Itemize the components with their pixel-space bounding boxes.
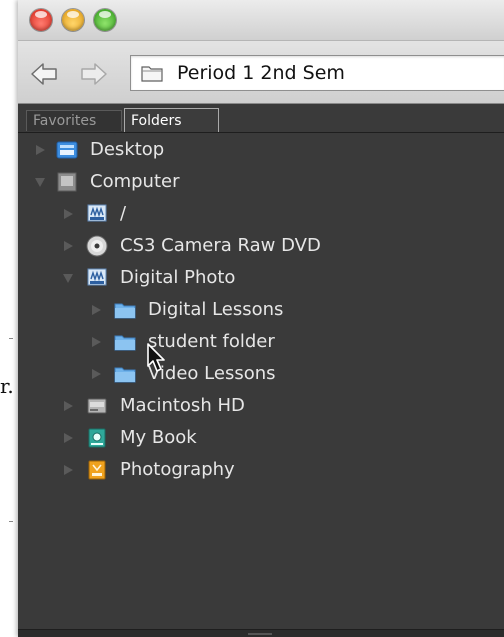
photography-drive-icon: [88, 460, 106, 480]
tree-item-video-lessons[interactable]: Video Lessons: [18, 358, 504, 390]
disclosure-expanded-icon[interactable]: [62, 272, 74, 284]
folder-icon: [141, 66, 163, 82]
tab-favorites[interactable]: Favorites: [26, 110, 122, 131]
tree-item-label: Macintosh HD: [120, 395, 245, 416]
tree-item-my-book[interactable]: My Book: [18, 422, 504, 454]
tree-item-label: Photography: [120, 459, 235, 480]
background-text-fragment-left: r.: [0, 374, 14, 398]
tree-item-student-folder[interactable]: student folder: [18, 326, 504, 358]
folder-icon: [114, 367, 136, 383]
background-mark: [9, 338, 13, 339]
network-volume-icon: [87, 268, 107, 286]
panel-tab-bar: Favorites Folders: [18, 104, 504, 133]
path-field-value: Period 1 2nd Sem: [177, 62, 345, 84]
tree-item-macintosh-hd[interactable]: Macintosh HD: [18, 390, 504, 422]
disclosure-collapsed-icon[interactable]: [90, 336, 102, 348]
bridge-folders-window: Period 1 2nd Sem Favorites Folders Deskt…: [18, 0, 504, 637]
path-field[interactable]: Period 1 2nd Sem: [130, 55, 504, 91]
zoom-button[interactable]: [94, 9, 116, 31]
forward-button[interactable]: [80, 62, 108, 86]
desktop-icon: [56, 141, 78, 159]
title-bar[interactable]: [18, 0, 504, 41]
panel-resize-bar[interactable]: [18, 629, 504, 637]
tree-item-photography[interactable]: Photography: [18, 454, 504, 486]
external-drive-icon: [88, 428, 106, 448]
tree-item-digital-photo[interactable]: Digital Photo: [18, 262, 504, 294]
close-button[interactable]: [30, 9, 52, 31]
folder-tree: Desktop Computer / CS3 Camera Raw DVD Di…: [18, 133, 504, 629]
tree-item-label: /: [120, 203, 127, 224]
disclosure-collapsed-icon[interactable]: [62, 464, 74, 476]
disclosure-collapsed-icon[interactable]: [62, 432, 74, 444]
tree-item-cs3-camera-raw-dvd[interactable]: CS3 Camera Raw DVD: [18, 230, 504, 262]
disclosure-expanded-icon[interactable]: [34, 176, 46, 188]
disclosure-collapsed-icon[interactable]: [62, 240, 74, 252]
tree-item-label: Digital Lessons: [148, 299, 284, 320]
back-button[interactable]: [30, 62, 58, 86]
tree-item-root-volume[interactable]: /: [18, 198, 504, 230]
disclosure-collapsed-icon[interactable]: [90, 368, 102, 380]
disclosure-collapsed-icon[interactable]: [34, 144, 46, 156]
back-arrow-icon: [31, 63, 57, 85]
tab-folders[interactable]: Folders: [124, 108, 219, 132]
disclosure-collapsed-icon[interactable]: [90, 304, 102, 316]
minimize-button[interactable]: [62, 9, 84, 31]
mouse-pointer-icon: [147, 343, 165, 372]
tree-item-label: Digital Photo: [120, 267, 236, 288]
computer-icon: [57, 172, 77, 192]
tree-item-label: My Book: [120, 427, 197, 448]
tree-item-digital-lessons[interactable]: Digital Lessons: [18, 294, 504, 326]
forward-arrow-icon: [81, 63, 107, 85]
screen: r. I Peri: [0, 0, 504, 637]
dvd-icon: [86, 235, 108, 257]
tree-item-desktop[interactable]: Desktop: [18, 134, 504, 166]
disclosure-collapsed-icon[interactable]: [62, 400, 74, 412]
disclosure-collapsed-icon[interactable]: [62, 208, 74, 220]
navigation-toolbar: Period 1 2nd Sem: [18, 41, 504, 104]
network-volume-icon: [87, 204, 107, 222]
folder-icon: [114, 335, 136, 351]
tree-item-label: CS3 Camera Raw DVD: [120, 235, 321, 256]
folder-icon: [114, 303, 136, 319]
hard-drive-icon: [87, 398, 107, 414]
background-mark: [9, 521, 13, 522]
tree-item-label: Computer: [90, 171, 180, 192]
resize-grip-icon[interactable]: [248, 633, 272, 635]
tree-item-label: Desktop: [90, 139, 165, 160]
tree-item-computer[interactable]: Computer: [18, 166, 504, 198]
